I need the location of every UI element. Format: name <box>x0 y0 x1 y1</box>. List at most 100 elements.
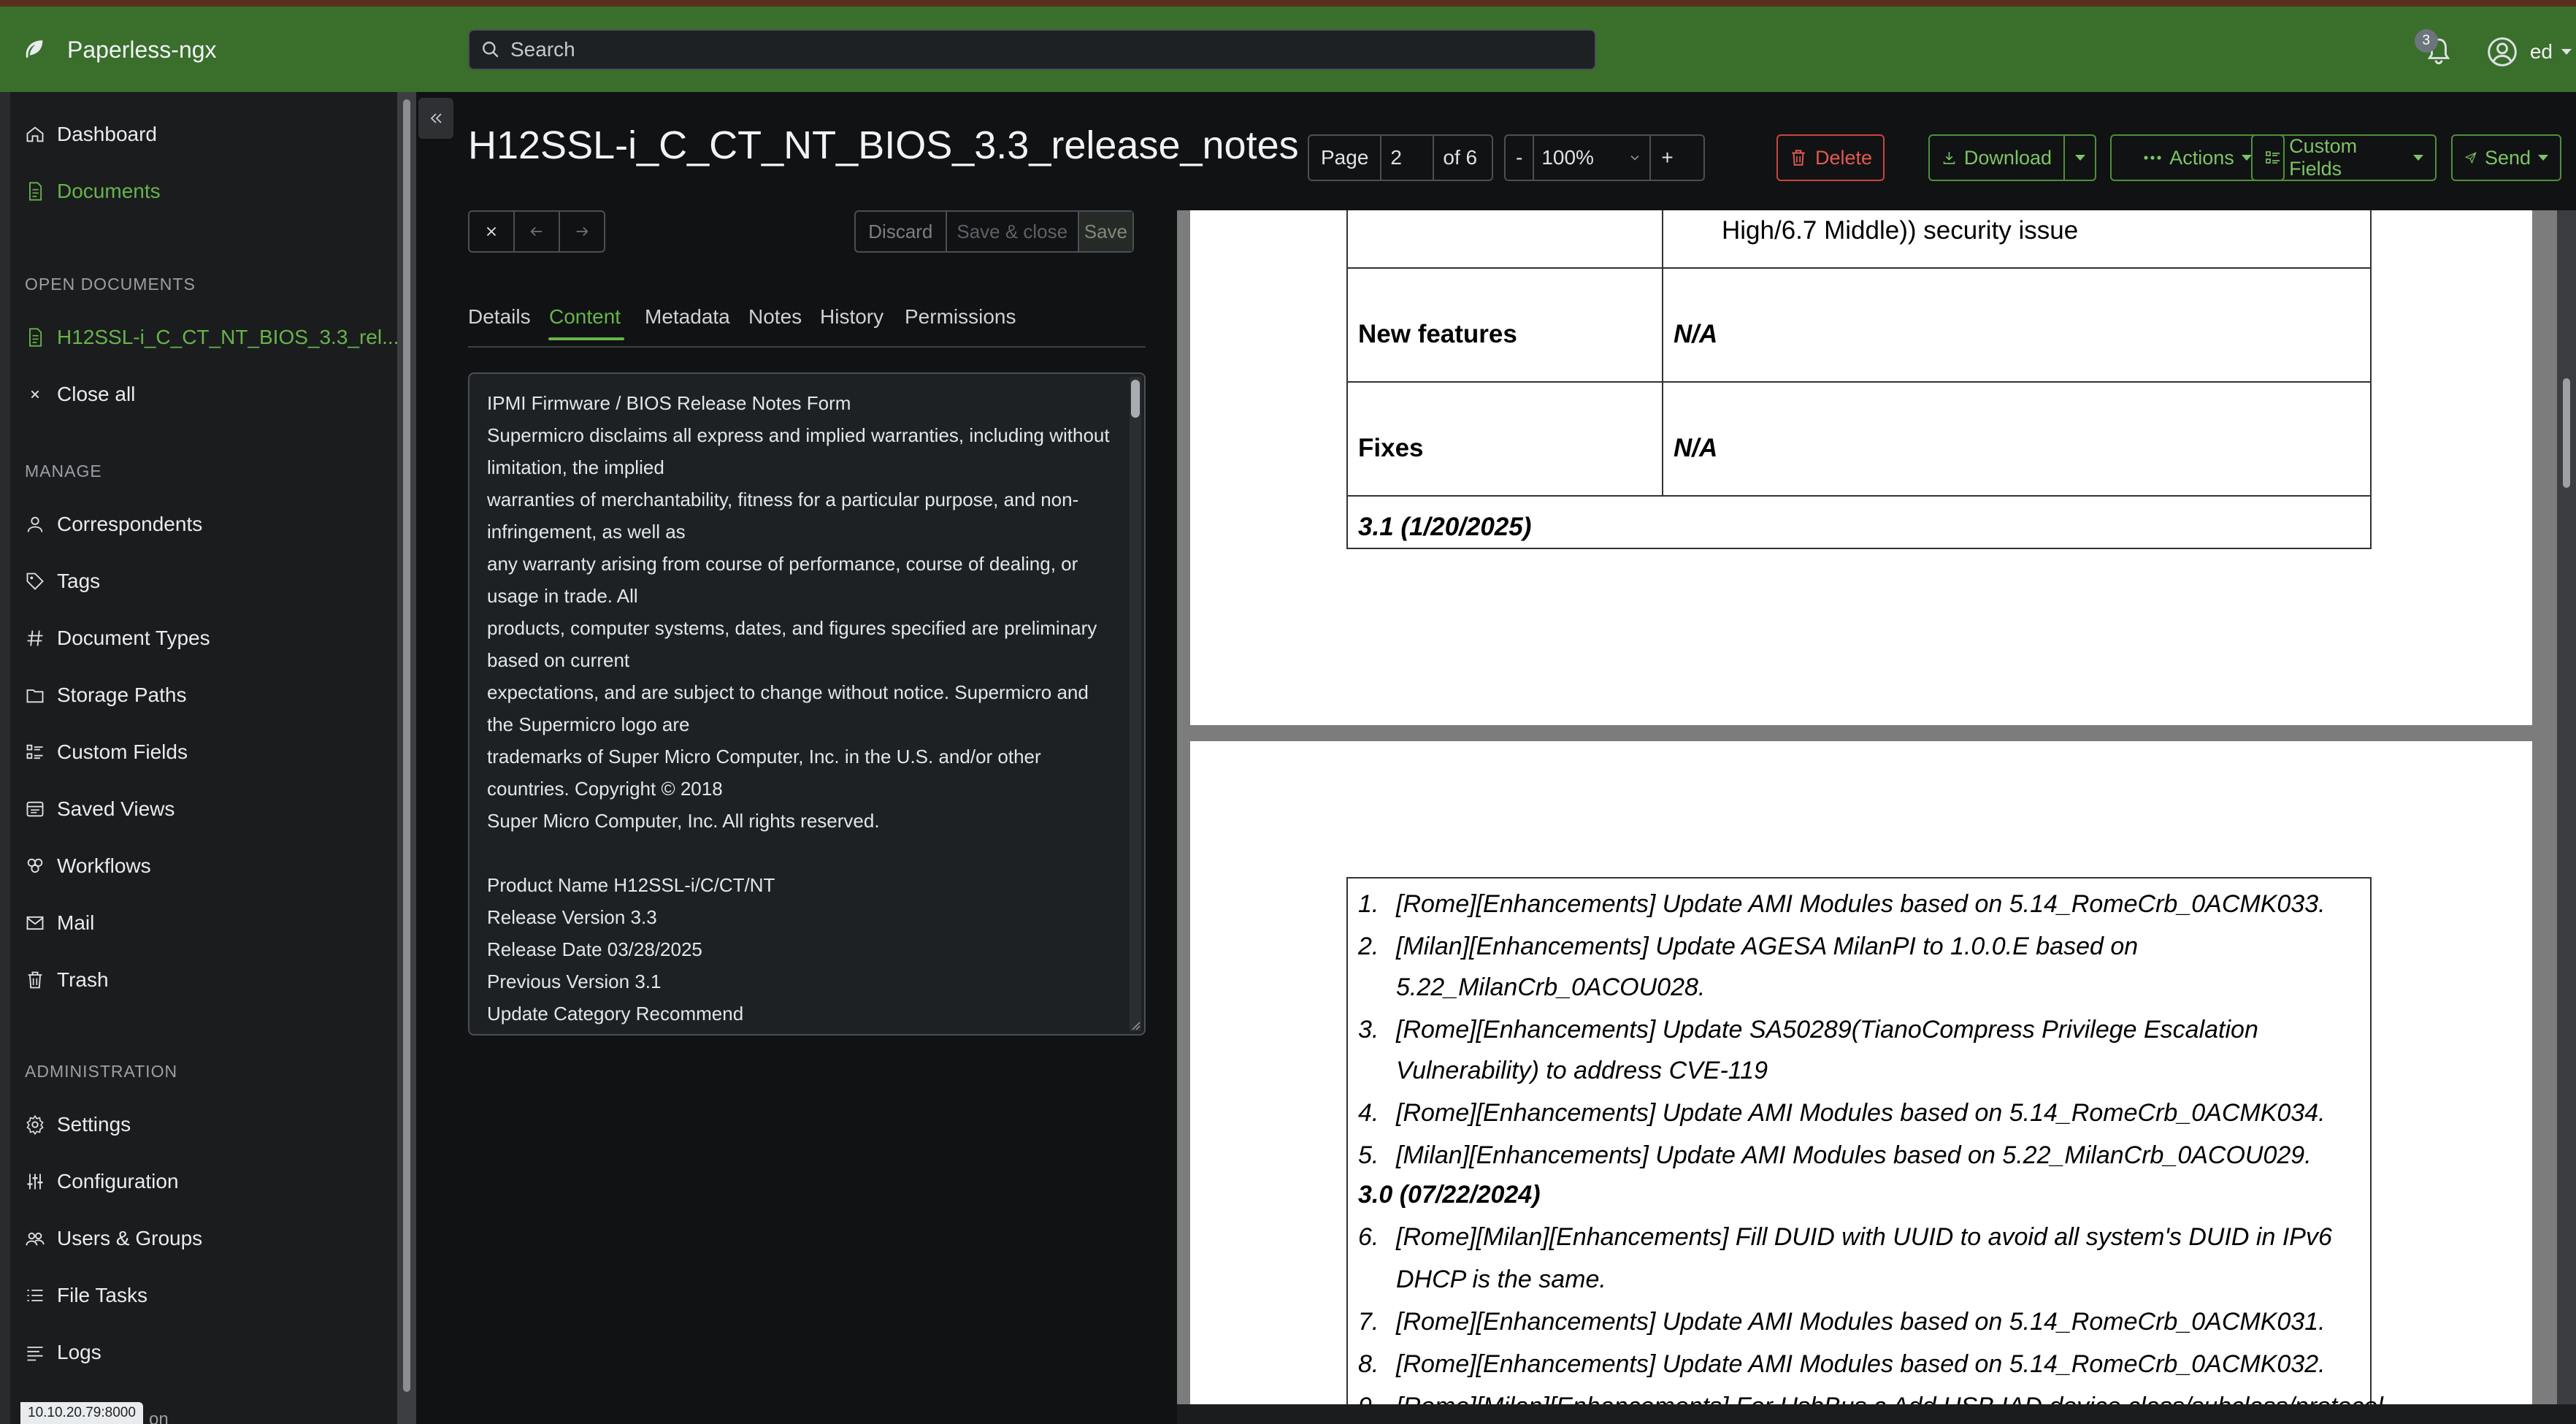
pdf-page-1: High/6.7 Middle)) security issue New fea… <box>1190 210 2532 725</box>
search-icon <box>483 42 499 58</box>
sidebar-item-trash[interactable]: Trash <box>25 964 109 996</box>
pdf-security-line: High/6.7 Middle)) security issue <box>1722 216 2079 245</box>
changelog-line: [Rome][Enhancements] Update AMI Modules … <box>1396 1308 2326 1336</box>
changelog-line: [Rome][Milan][Enhancements] For UsbBus.c… <box>1396 1393 2383 1404</box>
sidebar-item-dashboard[interactable]: Dashboard <box>25 118 157 150</box>
page-number-input[interactable]: 2 <box>1381 136 1435 180</box>
document-tabs: Details Content Metadata Notes History P… <box>468 282 1146 348</box>
changelog-line: [Rome][Enhancements] Update AMI Modules … <box>1396 1350 2326 1378</box>
gear-icon <box>26 1114 44 1135</box>
sidebar: Dashboard Documents OPEN DOCUMENTS H12SS… <box>0 92 416 1424</box>
logs-icon <box>27 1347 43 1361</box>
sidebar-item-configuration[interactable]: Configuration <box>25 1165 179 1198</box>
save-buttons: Discard Save & close Save <box>854 210 1134 253</box>
download-button[interactable]: Download <box>1930 136 2065 180</box>
double-chevron-left-icon <box>430 113 442 123</box>
search-input[interactable] <box>510 38 1533 61</box>
sidebar-open-document[interactable]: H12SSL-i_C_CT_NT_BIOS_3.3_rel... <box>25 321 399 353</box>
notifications-button[interactable]: 3 <box>2414 29 2454 69</box>
previous-document-button[interactable] <box>515 212 560 251</box>
close-document-button[interactable] <box>469 212 515 251</box>
list-number: 4. <box>1358 1099 1379 1127</box>
save-button[interactable]: Save <box>1078 212 1132 251</box>
list-number: 2. <box>1358 933 1379 960</box>
people-icon <box>26 1232 45 1246</box>
content-scrollbar[interactable] <box>1130 377 1141 1031</box>
collapse-sidebar-button[interactable] <box>418 98 453 139</box>
changelog-line: [Rome][Milan][Enhancements] Fill DUID wi… <box>1396 1223 2332 1251</box>
sidebar-item-users-groups[interactable]: Users & Groups <box>25 1222 202 1255</box>
sidebar-scrollbar[interactable] <box>397 92 416 1424</box>
pdf-viewer[interactable]: High/6.7 Middle)) security issue New fea… <box>1177 210 2576 1404</box>
pdf-row-label-new-features: New features <box>1358 320 1517 348</box>
viewer-bottom-edge <box>1177 1404 2576 1424</box>
actions-label: Actions <box>2169 146 2234 169</box>
tab-permissions[interactable]: Permissions <box>905 305 1016 329</box>
tab-history[interactable]: History <box>820 305 883 329</box>
user-menu-label[interactable]: ed <box>2530 40 2553 64</box>
list-icon <box>26 744 43 759</box>
custom-fields-dropdown[interactable]: Custom Fields <box>2251 134 2437 181</box>
list-number: 1. <box>1358 890 1379 918</box>
tasks-icon <box>27 1290 43 1301</box>
user-menu-caret-icon[interactable] <box>2561 49 2572 55</box>
zoom-out-button[interactable]: - <box>1506 136 1535 180</box>
sidebar-item-document-types[interactable]: Document Types <box>25 622 210 654</box>
leaf-logo-icon <box>26 40 43 58</box>
global-search[interactable] <box>468 29 1596 70</box>
download-button-group: Download <box>1928 134 2096 181</box>
save-close-button[interactable]: Save & close <box>947 212 1079 251</box>
sidebar-item-file-tasks[interactable]: File Tasks <box>25 1279 147 1312</box>
tab-metadata[interactable]: Metadata <box>645 305 730 329</box>
next-document-button[interactable] <box>560 212 604 251</box>
user-avatar-icon[interactable] <box>2486 36 2518 68</box>
close-all-button[interactable]: Close all <box>25 378 135 410</box>
status-bar-url: 10.10.20.79:8000 <box>20 1402 143 1424</box>
content-textarea[interactable]: IPMI Firmware / BIOS Release Notes Form … <box>468 372 1146 1036</box>
zoom-controls: - 100% + <box>1504 134 1705 181</box>
delete-button[interactable]: Delete <box>1776 134 1885 181</box>
sidebar-item-custom-fields[interactable]: Custom Fields <box>25 736 188 768</box>
tab-notes[interactable]: Notes <box>748 305 802 329</box>
list-number: 7. <box>1358 1308 1379 1336</box>
section-manage: MANAGE <box>25 462 102 481</box>
resize-handle-icon[interactable] <box>1128 1018 1141 1031</box>
trash-icon <box>1792 150 1805 166</box>
sidebar-item-correspondents[interactable]: Correspondents <box>25 508 202 540</box>
sidebar-item-workflows[interactable]: Workflows <box>25 850 151 882</box>
top-navbar: Paperless-ngx 3 ed <box>0 0 2576 92</box>
sidebar-item-storage-paths[interactable]: Storage Paths <box>25 679 186 711</box>
sidebar-item-saved-views[interactable]: Saved Views <box>25 793 175 825</box>
discard-button[interactable]: Discard <box>856 212 947 251</box>
send-dropdown[interactable]: Send <box>2451 134 2561 181</box>
pdf-version-row: 3.1 (1/20/2025) <box>1358 513 1532 541</box>
zoom-in-button[interactable]: + <box>1651 136 1683 180</box>
changelog-line: Vulnerability) to address CVE-119 <box>1396 1057 1768 1084</box>
tab-details[interactable]: Details <box>468 305 531 329</box>
send-label: Send <box>2484 146 2531 169</box>
tag-icon <box>26 573 44 590</box>
download-dropdown-toggle[interactable] <box>2065 136 2095 180</box>
tab-content[interactable]: Content <box>549 305 621 329</box>
hash-icon <box>27 630 43 646</box>
list-icon <box>2266 151 2280 164</box>
sidebar-item-tags[interactable]: Tags <box>25 565 100 597</box>
sidebar-item-logs[interactable]: Logs <box>25 1336 101 1369</box>
changelog-line: [Milan][Enhancements] Update AGESA Milan… <box>1396 933 2139 960</box>
changelog-line: [Milan][Enhancements] Update AMI Modules… <box>1396 1141 2312 1169</box>
pdf-row-label-fixes: Fixes <box>1358 434 1424 462</box>
sidebar-item-mail[interactable]: Mail <box>25 907 94 939</box>
mail-icon <box>26 916 44 930</box>
ellipsis-icon <box>2144 156 2161 160</box>
pdf-page-2: 1. [Rome][Enhancements] Update AMI Modul… <box>1190 741 2532 1404</box>
viewer-scrollbar[interactable] <box>2557 210 2576 1404</box>
pdf-row-value-fixes: N/A <box>1674 434 1718 462</box>
zoom-select[interactable]: 100% <box>1534 136 1652 180</box>
pdf-table <box>1346 210 2372 549</box>
pdf-version-header: 3.0 (07/22/2024) <box>1358 1181 1541 1209</box>
sidebar-item-settings[interactable]: Settings <box>25 1109 131 1141</box>
sidebar-item-documents[interactable]: Documents <box>25 175 161 207</box>
brand[interactable]: Paperless-ngx <box>22 29 217 70</box>
page-count: of 6 <box>1443 146 1478 169</box>
document-title: H12SSL-i_C_CT_NT_BIOS_3.3_release_notes <box>468 123 1299 167</box>
